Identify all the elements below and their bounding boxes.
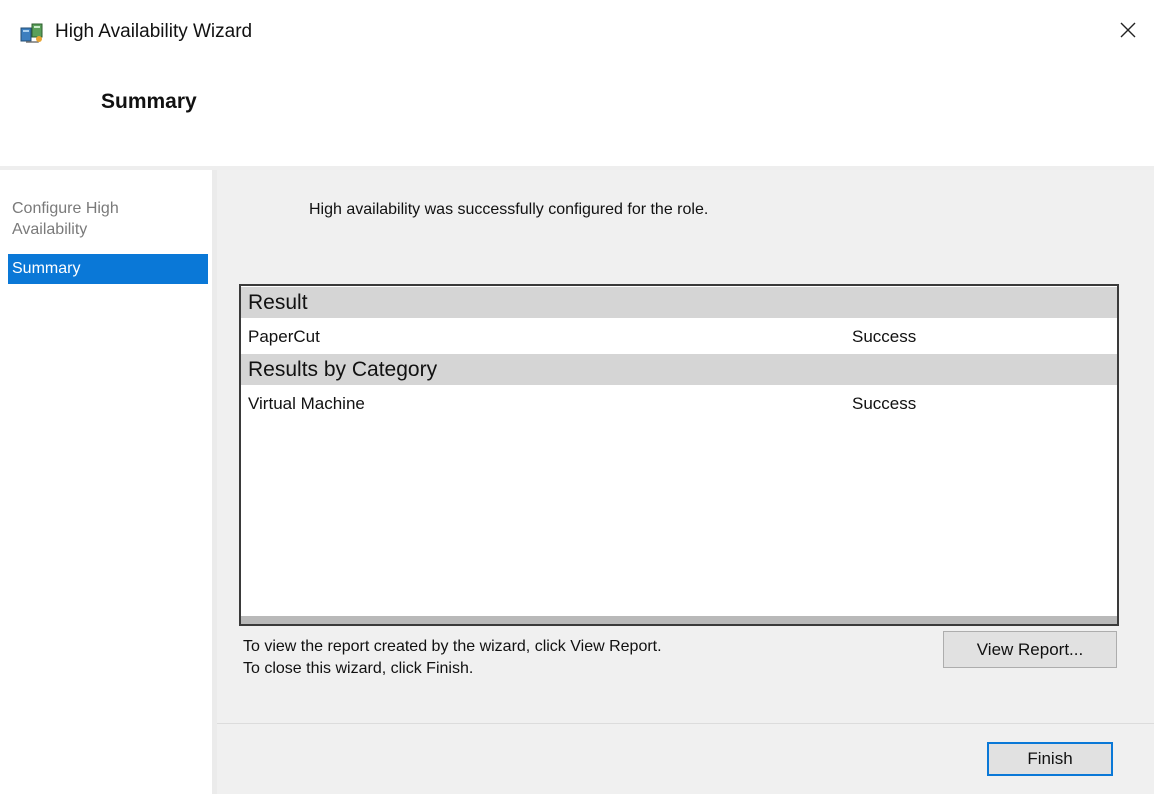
wizard-header: Summary <box>0 64 1154 166</box>
category-group-header: Results by Category <box>241 354 1117 385</box>
steps-sidebar: Configure High Availability Summary <box>0 170 212 794</box>
horizontal-scrollbar[interactable] <box>241 616 1117 624</box>
step-configure-high-availability[interactable]: Configure High Availability <box>8 198 168 240</box>
instruction-finish: To close this wizard, click Finish. <box>243 660 474 677</box>
summary-content: High availability was successfully confi… <box>217 170 1154 723</box>
cluster-wizard-icon <box>20 22 44 44</box>
page-title: Summary <box>101 90 197 113</box>
category-name: Virtual Machine <box>248 394 365 413</box>
instruction-view-report: To view the report created by the wizard… <box>243 638 662 655</box>
close-icon <box>1119 21 1137 44</box>
result-status: Success <box>852 327 917 346</box>
category-status: Success <box>852 394 917 413</box>
list-item[interactable]: Virtual Machine Success <box>241 387 1117 420</box>
window-title: High Availability Wizard <box>55 21 253 42</box>
title-bar: High Availability Wizard <box>0 0 1154 64</box>
finish-button[interactable]: Finish <box>987 742 1113 776</box>
view-report-button[interactable]: View Report... <box>943 631 1117 668</box>
results-list[interactable]: Result PaperCut Success Results by Categ… <box>239 284 1119 626</box>
result-group-header: Result <box>241 287 1117 318</box>
instructions-text: To view the report created by the wizard… <box>243 636 662 680</box>
step-summary[interactable]: Summary <box>8 254 208 284</box>
close-button[interactable] <box>1110 14 1146 50</box>
success-message: High availability was successfully confi… <box>309 201 709 218</box>
list-item[interactable]: PaperCut Success <box>241 320 1117 353</box>
result-name: PaperCut <box>248 327 320 346</box>
wizard-footer: Finish <box>217 723 1154 794</box>
